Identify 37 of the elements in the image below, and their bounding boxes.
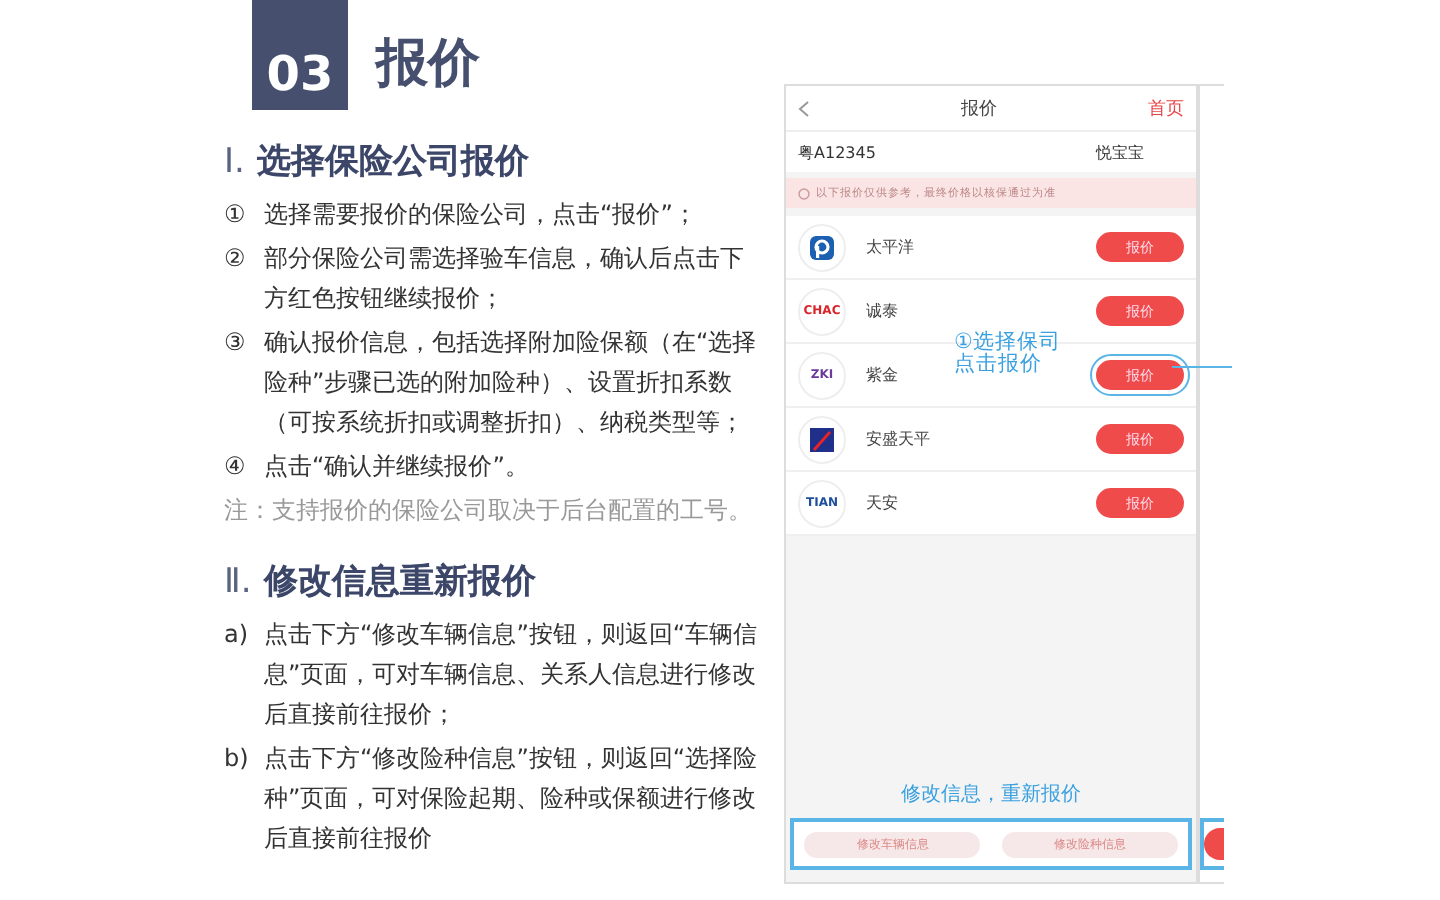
company-name: 安盛天平 bbox=[866, 428, 930, 450]
section-heading: 修改信息重新报价 bbox=[263, 562, 536, 602]
step-text: 部分保险公司需选择验车信息，确认后点击下方红色按钮继续报价； bbox=[264, 242, 746, 316]
info-icon bbox=[798, 187, 810, 199]
square-logo-icon bbox=[810, 427, 834, 451]
note-text: 注：支持报价的保险公司取决于后台配置的工号。 bbox=[224, 494, 754, 528]
company-name: 天安 bbox=[866, 492, 898, 514]
list-marker: a) bbox=[224, 618, 251, 652]
leader-line bbox=[1172, 366, 1232, 368]
section-numeral: Ⅰ. bbox=[224, 142, 245, 182]
section-heading: 选择保险公司报价 bbox=[256, 142, 529, 182]
section-number: 03 bbox=[252, 0, 348, 110]
p-logo-icon bbox=[808, 233, 836, 261]
step-text: 选择需要报价的保险公司，点击“报价”； bbox=[264, 198, 697, 232]
company-name: 诚泰 bbox=[866, 300, 898, 322]
callout-text: ①选择保司 bbox=[954, 332, 1061, 354]
step-text: 点击“确认并继续报价”。 bbox=[264, 450, 529, 484]
list-marker: ② bbox=[224, 242, 248, 276]
step-text: 确认报价信息，包括选择附加险保额（在“选择险种”步骤已选的附加险种）、设置折扣系数（可按系统折扣或调整折扣）、纳税类型等； bbox=[264, 326, 759, 440]
owner-name: 悦宝宝 bbox=[1096, 141, 1144, 163]
screen-title: 报价 bbox=[961, 97, 997, 121]
company-name: 紫金 bbox=[866, 364, 898, 386]
section-numeral: Ⅱ. bbox=[224, 562, 252, 602]
list-marker: ① bbox=[224, 198, 248, 232]
step-text: 点击下方“修改险种信息”按钮，则返回“选择险种”页面，可对保险起期、险种或保额进行修改后直接前往报价 bbox=[264, 742, 760, 856]
page-title: 报价 bbox=[376, 32, 480, 98]
partial-button[interactable] bbox=[1204, 828, 1224, 860]
plate-number: 粤A12345 bbox=[798, 141, 876, 163]
step-text: 点击下方“修改车辆信息”按钮，则返回“车辆信息”页面，可对车辆信息、关系人信息进行修改后直接前往报价； bbox=[264, 618, 760, 732]
back-icon[interactable] bbox=[798, 99, 810, 117]
company-name: 太平洋 bbox=[866, 236, 914, 258]
home-link[interactable]: 首页 bbox=[1148, 95, 1184, 121]
callout-text: 点击报价 bbox=[954, 354, 1044, 376]
list-marker: ④ bbox=[224, 450, 248, 484]
caption-text: 修改信息，重新报价 bbox=[899, 781, 1083, 808]
list-marker: b) bbox=[224, 742, 251, 776]
list-marker: ③ bbox=[224, 326, 248, 360]
